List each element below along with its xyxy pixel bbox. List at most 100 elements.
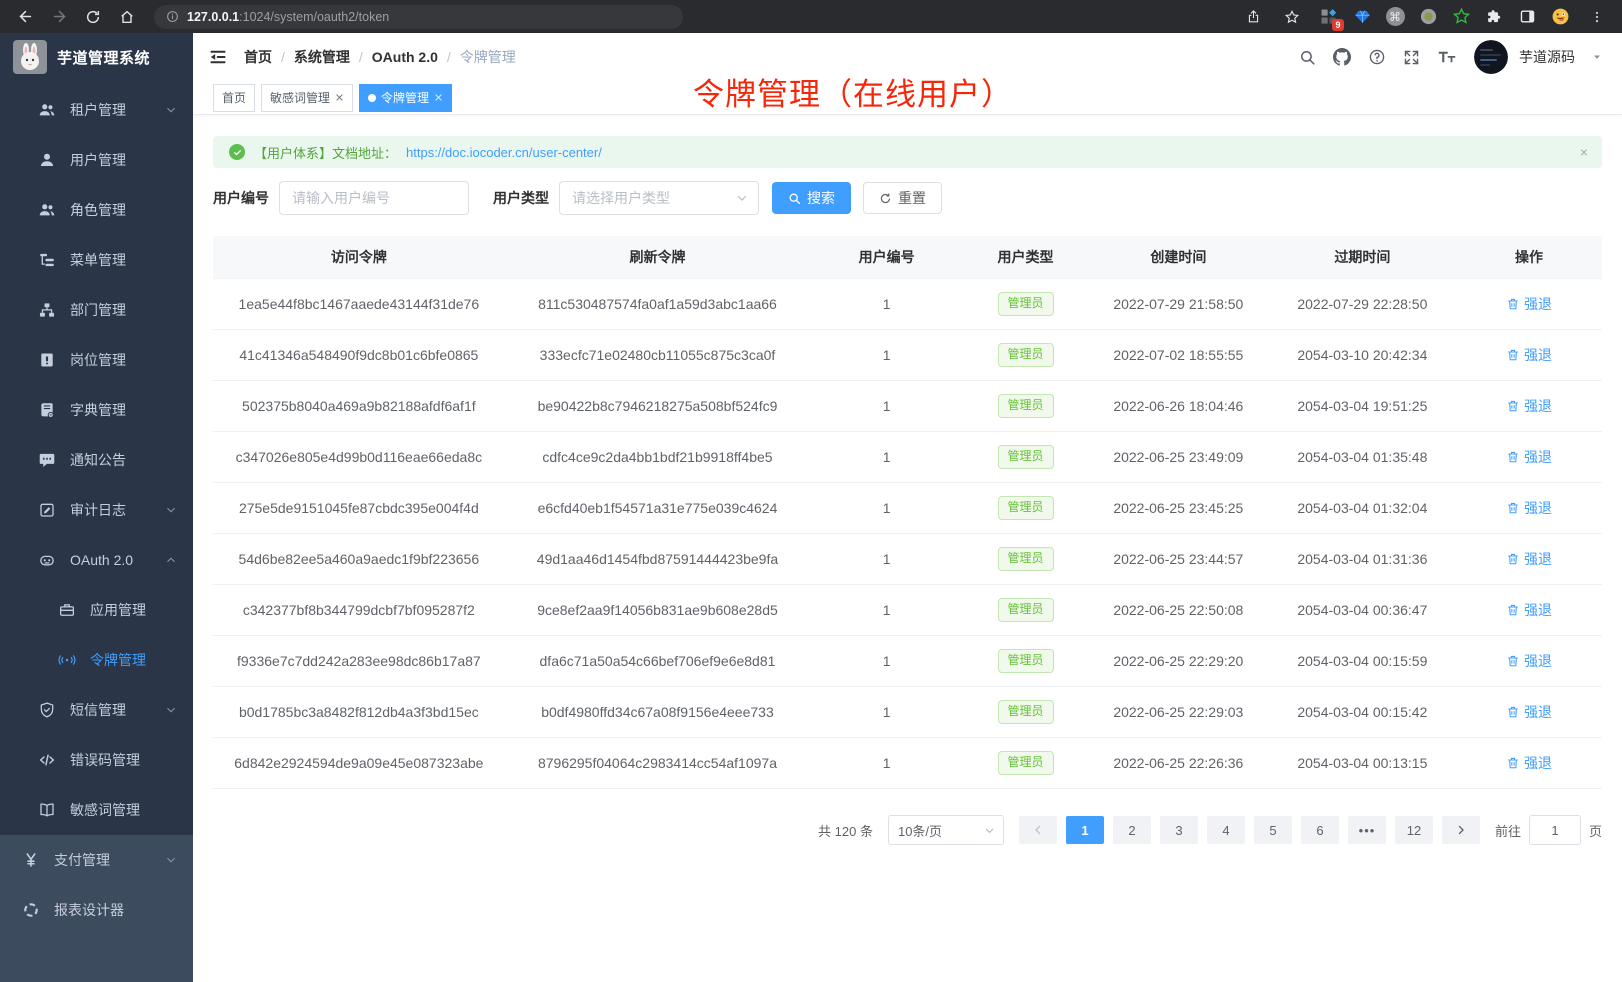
- tab-label: 敏感词管理: [270, 89, 330, 106]
- refresh-token-cell: dfa6c71a50a54c66bef706ef9e6e8d81: [505, 636, 811, 687]
- page-buttons: 123456•••12: [1019, 816, 1480, 844]
- help-icon[interactable]: [1368, 48, 1386, 66]
- jump-page-input[interactable]: [1529, 815, 1581, 845]
- user-avatar[interactable]: [1474, 40, 1508, 74]
- page-size-value: 10条/页: [898, 821, 942, 840]
- close-icon[interactable]: [335, 93, 344, 102]
- user-type-badge: 管理员: [998, 445, 1054, 469]
- reset-button[interactable]: 重置: [863, 182, 942, 214]
- breadcrumb-item: 令牌管理: [460, 47, 516, 67]
- browser-menu-icon[interactable]: [1584, 4, 1610, 30]
- code-icon: [38, 751, 56, 769]
- sidebar-item-token[interactable]: 令牌管理: [0, 635, 193, 685]
- force-logout-button[interactable]: 强退: [1506, 447, 1552, 467]
- chevron-up-icon: [165, 554, 177, 566]
- page-content: 【用户体系】文档地址： https://doc.iocoder.cn/user-…: [193, 115, 1622, 982]
- page-button-5[interactable]: 5: [1254, 816, 1292, 844]
- page-button-2[interactable]: 2: [1113, 816, 1151, 844]
- sidebar-item-oauth[interactable]: OAuth 2.0: [0, 535, 193, 585]
- sidebar-item-sensitive[interactable]: 敏感词管理: [0, 785, 193, 835]
- breadcrumb-item[interactable]: 系统管理: [294, 47, 350, 67]
- sidebar-item-dept[interactable]: 部门管理: [0, 285, 193, 335]
- force-logout-button[interactable]: 强退: [1506, 294, 1552, 314]
- next-page-button[interactable]: [1442, 816, 1480, 844]
- sidebar-item-sms[interactable]: 短信管理: [0, 685, 193, 735]
- broadcast-icon: [58, 651, 76, 669]
- search-button[interactable]: 搜索: [772, 182, 851, 214]
- breadcrumb-separator: /: [281, 49, 285, 65]
- emoji-icon[interactable]: [1549, 6, 1571, 28]
- user-id-cell: 1: [810, 636, 963, 687]
- user-id-input[interactable]: [279, 181, 469, 215]
- alert-close-icon[interactable]: ×: [1580, 144, 1588, 160]
- app-logo[interactable]: 芋道管理系统: [0, 33, 193, 81]
- force-logout-button[interactable]: 强退: [1506, 600, 1552, 620]
- reload-icon[interactable]: [80, 4, 106, 30]
- prev-page-button[interactable]: [1019, 816, 1057, 844]
- force-logout-button[interactable]: 强退: [1506, 498, 1552, 518]
- sidebar-item-notice[interactable]: 通知公告: [0, 435, 193, 485]
- font-size-icon[interactable]: [1437, 48, 1457, 66]
- extension-grid-icon[interactable]: 9: [1318, 6, 1340, 28]
- sidebar-item-tenant[interactable]: 租户管理: [0, 85, 193, 135]
- sidebar-item-menu[interactable]: 菜单管理: [0, 235, 193, 285]
- browser-actions: 9⌘: [1240, 4, 1610, 30]
- tab-home[interactable]: 首页: [213, 84, 255, 112]
- force-logout-button[interactable]: 强退: [1506, 753, 1552, 773]
- home-icon[interactable]: [114, 4, 140, 30]
- sidebar-item-dict[interactable]: 字典管理: [0, 385, 193, 435]
- more-pages-button[interactable]: •••: [1348, 816, 1386, 844]
- sidebar-item-label: 短信管理: [70, 700, 126, 720]
- share-icon[interactable]: [1240, 4, 1266, 30]
- command-icon[interactable]: ⌘: [1384, 6, 1406, 28]
- sidebar-item-app[interactable]: 应用管理: [0, 585, 193, 635]
- page-button-1[interactable]: 1: [1066, 816, 1104, 844]
- search-icon[interactable]: [1299, 49, 1316, 66]
- sidebar-item-audit[interactable]: 审计日志: [0, 485, 193, 535]
- user-id-cell: 1: [810, 738, 963, 789]
- gem-icon[interactable]: [1351, 6, 1373, 28]
- fullscreen-icon[interactable]: [1403, 49, 1420, 66]
- side-panel-icon[interactable]: [1516, 6, 1538, 28]
- caret-down-icon[interactable]: [1592, 52, 1602, 62]
- breadcrumb-item[interactable]: OAuth 2.0: [372, 49, 438, 65]
- user-icon: [38, 151, 56, 169]
- tab-sensitive[interactable]: 敏感词管理: [261, 84, 353, 112]
- force-logout-button[interactable]: 强退: [1506, 702, 1552, 722]
- back-icon[interactable]: [12, 4, 38, 30]
- sidebar-item-label: 敏感词管理: [70, 800, 140, 820]
- force-logout-button[interactable]: 强退: [1506, 651, 1552, 671]
- sidebar-item-post[interactable]: 岗位管理: [0, 335, 193, 385]
- record-icon[interactable]: [1417, 6, 1439, 28]
- forward-icon[interactable]: [46, 4, 72, 30]
- force-logout-button[interactable]: 强退: [1506, 396, 1552, 416]
- sidebar-item-user[interactable]: 用户管理: [0, 135, 193, 185]
- sidebar-item-role[interactable]: 角色管理: [0, 185, 193, 235]
- sidebar-item-report[interactable]: 报表设计器: [0, 885, 193, 935]
- tab-token[interactable]: 令牌管理: [359, 84, 452, 112]
- user-type-select[interactable]: 请选择用户类型: [559, 181, 759, 215]
- sidebar-collapse-icon[interactable]: [208, 47, 228, 67]
- address-bar[interactable]: 127.0.0.1:1024/system/oauth2/token: [154, 5, 683, 29]
- username-label[interactable]: 芋道源码: [1519, 47, 1575, 67]
- page-button-3[interactable]: 3: [1160, 816, 1198, 844]
- doc-link[interactable]: https://doc.iocoder.cn/user-center/: [406, 145, 602, 160]
- page-button-4[interactable]: 4: [1207, 816, 1245, 844]
- force-logout-button[interactable]: 强退: [1506, 549, 1552, 569]
- page-button-6[interactable]: 6: [1301, 816, 1339, 844]
- close-icon[interactable]: [434, 93, 443, 102]
- created-time-cell: 2022-07-29 21:58:50: [1088, 279, 1269, 330]
- page-button-12[interactable]: 12: [1395, 816, 1433, 844]
- sidebar-item-errcode[interactable]: 错误码管理: [0, 735, 193, 785]
- github-icon[interactable]: [1333, 48, 1351, 66]
- sidebar-item-pay[interactable]: 支付管理: [0, 835, 193, 885]
- expire-time-cell: 2054-03-04 00:36:47: [1269, 585, 1457, 636]
- command-glyph: ⌘: [1386, 7, 1405, 26]
- user-type-cell: 管理员: [963, 279, 1088, 330]
- page-size-select[interactable]: 10条/页: [888, 815, 1004, 845]
- force-logout-button[interactable]: 强退: [1506, 345, 1552, 365]
- breadcrumb-item[interactable]: 首页: [244, 47, 272, 67]
- bookmark-star-icon[interactable]: [1279, 4, 1305, 30]
- puzzle-icon[interactable]: [1483, 6, 1505, 28]
- green-star-icon[interactable]: [1450, 6, 1472, 28]
